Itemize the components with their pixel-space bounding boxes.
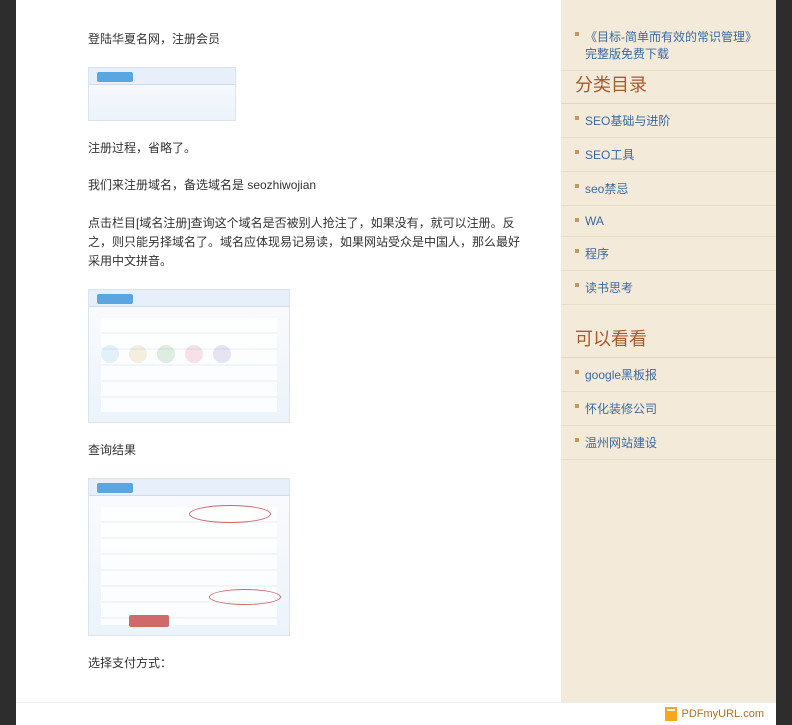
- sidebar-categories-block: 分类目录 SEO基础与进阶 SEO工具 seo禁忌 WA 程序 读书思考: [561, 71, 776, 305]
- screenshot-register-header: [88, 67, 236, 121]
- sidebar-featured-item[interactable]: 《目标-简单而有效的常识管理》完整版免费下载: [561, 20, 776, 71]
- pdfmyurl-link[interactable]: PDFmyURL.com: [681, 708, 764, 720]
- screenshot-search-result: [88, 478, 290, 636]
- footer-bar: PDFmyURL.com: [16, 702, 776, 725]
- sidebar-seealso-item[interactable]: 温州网站建设: [561, 426, 776, 460]
- sidebar-categories-title: 分类目录: [561, 71, 776, 104]
- sidebar-category-item[interactable]: SEO工具: [561, 138, 776, 172]
- sidebar-categories-list: SEO基础与进阶 SEO工具 seo禁忌 WA 程序 读书思考: [561, 104, 776, 305]
- paragraph: 我们来注册域名，备选域名是 seozhiwojian: [88, 176, 531, 195]
- paragraph: 选择支付方式：: [88, 654, 531, 673]
- sidebar-category-link[interactable]: 读书思考: [585, 281, 633, 295]
- sidebar-category-item[interactable]: SEO基础与进阶: [561, 104, 776, 138]
- sidebar-category-link[interactable]: SEO基础与进阶: [585, 114, 670, 128]
- main-content: 登陆华夏名网，注册会员 注册过程，省略了。 我们来注册域名，备选域名是 seoz…: [16, 0, 561, 702]
- sidebar-category-item[interactable]: 程序: [561, 237, 776, 271]
- sidebar-category-link[interactable]: 程序: [585, 247, 609, 261]
- sidebar-seealso-block: 可以看看 google黑板报 怀化装修公司 温州网站建设: [561, 325, 776, 460]
- sidebar-featured-link[interactable]: 《目标-简单而有效的常识管理》完整版免费下载: [585, 30, 757, 61]
- sidebar-seealso-link[interactable]: google黑板报: [585, 368, 657, 382]
- sidebar-seealso-link[interactable]: 怀化装修公司: [585, 402, 657, 416]
- paragraph: 查询结果: [88, 441, 531, 460]
- sidebar-seealso-item[interactable]: 怀化装修公司: [561, 392, 776, 426]
- sidebar-category-item[interactable]: WA: [561, 206, 776, 237]
- sidebar-seealso-item[interactable]: google黑板报: [561, 358, 776, 392]
- sidebar-seealso-link[interactable]: 温州网站建设: [585, 436, 657, 450]
- pdf-icon: [665, 707, 677, 721]
- sidebar-category-item[interactable]: seo禁忌: [561, 172, 776, 206]
- sidebar: 《目标-简单而有效的常识管理》完整版免费下载 分类目录 SEO基础与进阶 SEO…: [561, 0, 776, 702]
- sidebar-category-link[interactable]: SEO工具: [585, 148, 634, 162]
- sidebar-category-link[interactable]: WA: [585, 214, 604, 228]
- page-wrap: 登陆华夏名网，注册会员 注册过程，省略了。 我们来注册域名，备选域名是 seoz…: [16, 0, 776, 702]
- paragraph: 注册过程，省略了。: [88, 139, 531, 158]
- sidebar-seealso-title: 可以看看: [561, 325, 776, 358]
- screenshot-domain-search: [88, 289, 290, 423]
- sidebar-category-link[interactable]: seo禁忌: [585, 182, 628, 196]
- sidebar-seealso-list: google黑板报 怀化装修公司 温州网站建设: [561, 358, 776, 460]
- paragraph: 点击栏目[域名注册]查询这个域名是否被别人抢注了，如果没有，就可以注册。反之，则…: [88, 214, 531, 272]
- paragraph: 登陆华夏名网，注册会员: [88, 30, 531, 49]
- sidebar-category-item[interactable]: 读书思考: [561, 271, 776, 305]
